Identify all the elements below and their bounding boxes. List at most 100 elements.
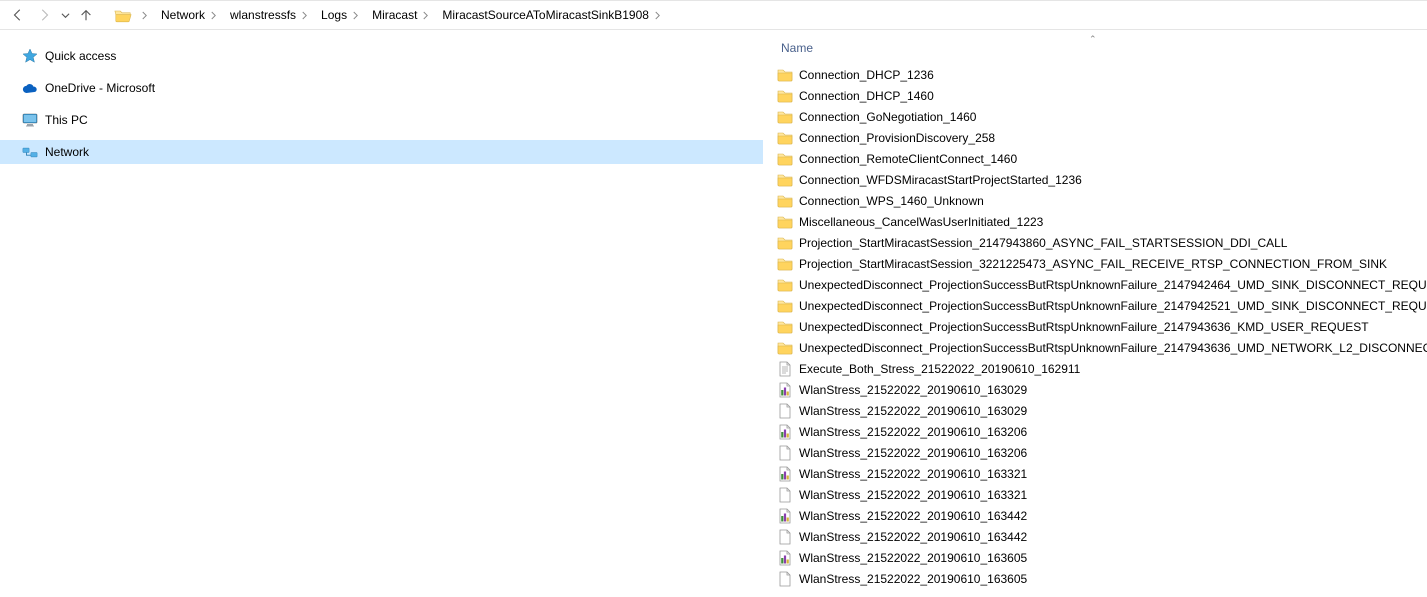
nav-label: This PC [45, 113, 88, 127]
file-name-label: WlanStress_21522022_20190610_163321 [799, 488, 1027, 502]
nav-label: Network [45, 145, 89, 159]
chevron-right-icon[interactable] [347, 11, 364, 20]
chart-icon [777, 382, 793, 398]
folder-item[interactable]: UnexpectedDisconnect_ProjectionSuccessBu… [775, 316, 1427, 337]
blank-icon [777, 529, 793, 545]
breadcrumb-segment[interactable]: Network [155, 1, 224, 29]
folder-item[interactable]: UnexpectedDisconnect_ProjectionSuccessBu… [775, 337, 1427, 358]
file-item[interactable]: Execute_Both_Stress_21522022_20190610_16… [775, 358, 1427, 379]
file-name-label: Connection_GoNegotiation_1460 [799, 110, 976, 124]
file-name-label: WlanStress_21522022_20190610_163029 [799, 383, 1027, 397]
address-toolbar: Network wlanstressfs Logs Miracast MiracastS… [0, 0, 1427, 30]
forward-button[interactable] [32, 3, 56, 27]
file-name-label: WlanStress_21522022_20190610_163605 [799, 551, 1027, 565]
file-name-label: UnexpectedDisconnect_ProjectionSuccessBu… [799, 299, 1427, 313]
folder-item[interactable]: Connection_RemoteClientConnect_1460 [775, 148, 1427, 169]
folder-icon [777, 340, 793, 356]
column-header-name[interactable]: Name [775, 41, 813, 55]
nav-onedrive[interactable]: OneDrive - Microsoft [0, 76, 763, 100]
nav-quick-access[interactable]: Quick access [0, 44, 763, 68]
folder-icon [777, 151, 793, 167]
file-item[interactable]: WlanStress_21522022_20190610_163029 [775, 400, 1427, 421]
file-name-label: Miscellaneous_CancelWasUserInitiated_122… [799, 215, 1043, 229]
breadcrumb-segment[interactable]: MiracastSourceAToMiracastSinkB1908 [436, 1, 668, 29]
breadcrumb-label: wlanstressfs [230, 8, 296, 22]
folder-item[interactable]: Projection_StartMiracastSession_21479438… [775, 232, 1427, 253]
folder-icon [777, 319, 793, 335]
chevron-right-icon[interactable] [417, 11, 434, 20]
star-icon [22, 48, 38, 64]
file-item[interactable]: WlanStress_21522022_20190610_163605 [775, 568, 1427, 589]
chevron-right-icon[interactable] [136, 11, 153, 20]
folder-item[interactable]: Projection_StartMiracastSession_32212254… [775, 253, 1427, 274]
file-name-label: Connection_WFDSMiracastStartProjectStart… [799, 173, 1082, 187]
breadcrumb-label: MiracastSourceAToMiracastSinkB1908 [442, 8, 649, 22]
file-name-label: UnexpectedDisconnect_ProjectionSuccessBu… [799, 341, 1427, 355]
chart-icon [777, 424, 793, 440]
file-name-label: Connection_ProvisionDiscovery_258 [799, 131, 995, 145]
folder-icon [777, 235, 793, 251]
file-item[interactable]: WlanStress_21522022_20190610_163605 [775, 547, 1427, 568]
file-list-pane: Name ⌃ Connection_DHCP_1236Connection_DH… [763, 30, 1427, 597]
navigation-pane: Quick access OneDrive - Microsoft This P… [0, 30, 763, 597]
folder-item[interactable]: UnexpectedDisconnect_ProjectionSuccessBu… [775, 295, 1427, 316]
monitor-icon [22, 112, 38, 128]
network-icon [22, 144, 38, 160]
file-name-label: WlanStress_21522022_20190610_163321 [799, 467, 1027, 481]
breadcrumb-label: Miracast [372, 8, 417, 22]
chevron-right-icon[interactable] [296, 11, 313, 20]
file-item[interactable]: WlanStress_21522022_20190610_163206 [775, 442, 1427, 463]
nav-network[interactable]: Network [0, 140, 763, 164]
file-item[interactable]: WlanStress_21522022_20190610_163442 [775, 505, 1427, 526]
chevron-right-icon[interactable] [205, 11, 222, 20]
sort-indicator-icon: ⌃ [1089, 34, 1097, 45]
chevron-right-icon[interactable] [649, 11, 666, 20]
cloud-icon [22, 80, 38, 96]
back-button[interactable] [6, 3, 30, 27]
folder-item[interactable]: UnexpectedDisconnect_ProjectionSuccessBu… [775, 274, 1427, 295]
file-name-label: WlanStress_21522022_20190610_163206 [799, 425, 1027, 439]
folder-icon [777, 193, 793, 209]
folder-item[interactable]: Connection_DHCP_1236 [775, 64, 1427, 85]
folder-icon [777, 277, 793, 293]
recent-locations-dropdown[interactable] [58, 3, 72, 27]
chart-icon [777, 508, 793, 524]
file-item[interactable]: WlanStress_21522022_20190610_163321 [775, 463, 1427, 484]
folder-icon [777, 88, 793, 104]
breadcrumb-segment[interactable]: wlanstressfs [224, 1, 315, 29]
folder-icon [777, 67, 793, 83]
folder-item[interactable]: Connection_DHCP_1460 [775, 85, 1427, 106]
file-item[interactable]: WlanStress_21522022_20190610_163321 [775, 484, 1427, 505]
file-name-label: WlanStress_21522022_20190610_163442 [799, 509, 1027, 523]
breadcrumb-label: Network [161, 8, 205, 22]
file-item[interactable]: WlanStress_21522022_20190610_163029 [775, 379, 1427, 400]
file-item[interactable]: WlanStress_21522022_20190610_163442 [775, 526, 1427, 547]
folder-icon [777, 109, 793, 125]
nav-this-pc[interactable]: This PC [0, 108, 763, 132]
folder-icon [777, 172, 793, 188]
nav-label: Quick access [45, 49, 116, 63]
folder-item[interactable]: Miscellaneous_CancelWasUserInitiated_122… [775, 211, 1427, 232]
file-name-label: Execute_Both_Stress_21522022_20190610_16… [799, 362, 1080, 376]
up-button[interactable] [74, 3, 98, 27]
file-name-label: WlanStress_21522022_20190610_163605 [799, 572, 1027, 586]
blank-icon [777, 403, 793, 419]
folder-item[interactable]: Connection_GoNegotiation_1460 [775, 106, 1427, 127]
blank-icon [777, 571, 793, 587]
folder-item[interactable]: Connection_WFDSMiracastStartProjectStart… [775, 169, 1427, 190]
breadcrumb-segment[interactable]: Logs [315, 1, 366, 29]
breadcrumb-label: Logs [321, 8, 347, 22]
blank-icon [777, 487, 793, 503]
folder-icon [777, 214, 793, 230]
breadcrumb-segment[interactable]: Miracast [366, 1, 436, 29]
breadcrumb[interactable]: Network wlanstressfs Logs Miracast MiracastS… [155, 1, 668, 29]
file-name-label: Projection_StartMiracastSession_32212254… [799, 257, 1387, 271]
nav-label: OneDrive - Microsoft [45, 81, 155, 95]
file-name-label: Projection_StartMiracastSession_21479438… [799, 236, 1287, 250]
folder-item[interactable]: Connection_WPS_1460_Unknown [775, 190, 1427, 211]
file-name-label: WlanStress_21522022_20190610_163029 [799, 404, 1027, 418]
blank-icon [777, 445, 793, 461]
folder-icon [777, 130, 793, 146]
folder-item[interactable]: Connection_ProvisionDiscovery_258 [775, 127, 1427, 148]
file-item[interactable]: WlanStress_21522022_20190610_163206 [775, 421, 1427, 442]
